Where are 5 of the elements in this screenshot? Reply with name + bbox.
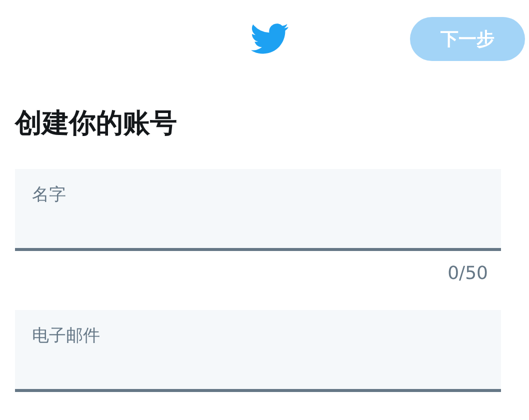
character-counter: 0/50 [448,263,488,284]
text-field[interactable]: 名字 [15,169,501,251]
page-title: 创建你的账号 [15,107,178,141]
text-field[interactable]: 电子邮件 [15,310,501,392]
bird-icon [251,23,289,55]
